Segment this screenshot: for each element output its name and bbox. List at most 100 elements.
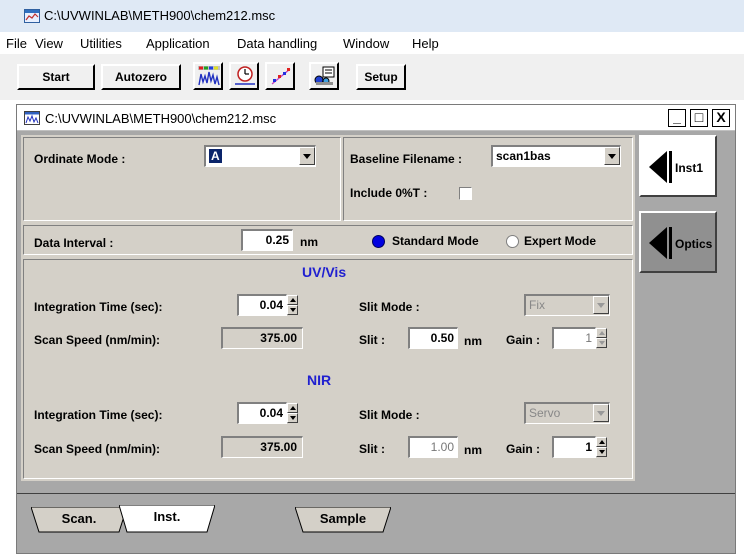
uvvis-scan-speed-value: 375.00: [221, 327, 303, 349]
uvvis-gain-label: Gain :: [506, 333, 541, 347]
minimize-button[interactable]: _: [668, 109, 686, 127]
baseline-group: Baseline Filename : scan1bas Include 0%T…: [343, 137, 633, 221]
nir-slit-mode-select[interactable]: Servo: [524, 402, 610, 424]
method-window: C:\UVWINLAB\METH900\chem212.msc _ □ X Or…: [16, 104, 736, 554]
uvvis-slit-unit: nm: [464, 334, 482, 348]
menu-application[interactable]: Application: [146, 36, 210, 51]
ordinate-mode-select[interactable]: A: [204, 145, 316, 167]
arrow-left-icon: [649, 151, 667, 183]
instrument-settings-panel: Ordinate Mode : A Baseline Filename : sc…: [21, 135, 635, 481]
menu-file[interactable]: File: [6, 36, 27, 51]
tab-scan[interactable]: Scan.: [31, 507, 127, 533]
baseline-filename-select[interactable]: scan1bas: [491, 145, 621, 167]
data-interval-input[interactable]: 0.25: [241, 229, 293, 251]
uvvis-heading: UV/Vis: [302, 264, 347, 280]
chevron-down-icon[interactable]: [299, 147, 315, 165]
tab-scan-label: Scan.: [61, 511, 97, 526]
nir-slit-input[interactable]: 1.00: [408, 436, 458, 458]
uvvis-integration-spinner[interactable]: [287, 295, 298, 315]
ordinate-group: Ordinate Mode : A: [23, 137, 341, 221]
wavelength-program-button[interactable]: [265, 62, 295, 90]
data-interval-unit: nm: [300, 235, 318, 249]
menu-bar: File View Utilities Application Data han…: [0, 32, 744, 54]
uvvis-gain-spinner[interactable]: [596, 328, 607, 348]
nir-heading: NIR: [307, 372, 332, 388]
app-titlebar: C:\UVWINLAB\METH900\chem212.msc: [0, 0, 744, 32]
standard-mode-label: Standard Mode: [392, 234, 479, 248]
method-window-title: C:\UVWINLAB\METH900\chem212.msc: [45, 111, 277, 126]
uvvis-scan-speed-label: Scan Speed (nm/min):: [34, 333, 161, 347]
sample-changer-button[interactable]: [309, 62, 339, 90]
nir-integration-label: Integration Time (sec):: [34, 408, 163, 422]
timedrive-icon: [235, 66, 255, 85]
tab-strip-line: [17, 493, 735, 494]
sample-changer-icon: [314, 66, 335, 85]
uvvis-slit-mode-select[interactable]: Fix: [524, 294, 610, 316]
inst1-button[interactable]: Inst1: [639, 135, 717, 197]
spectrum-icon: [198, 66, 220, 86]
wavelength-program-icon: [271, 68, 291, 85]
detector-settings-group: UV/Vis Integration Time (sec): 0.04 Slit…: [23, 259, 633, 479]
nir-gain-label: Gain :: [506, 442, 541, 456]
nir-slit-label: Slit :: [359, 442, 385, 456]
nir-slit-mode-label: Slit Mode :: [359, 408, 420, 422]
expert-mode-label: Expert Mode: [524, 234, 597, 248]
uvvis-slit-label: Slit :: [359, 333, 385, 347]
arrow-bar: [669, 227, 672, 259]
nir-slit-mode-value: Servo: [529, 406, 561, 420]
start-button[interactable]: Start: [17, 64, 95, 90]
uvvis-slit-mode-label: Slit Mode :: [359, 300, 420, 314]
expert-mode-radio[interactable]: [506, 235, 519, 248]
baseline-filename-label: Baseline Filename :: [350, 152, 463, 166]
menu-utilities[interactable]: Utilities: [80, 36, 122, 51]
chevron-down-icon[interactable]: [593, 404, 609, 422]
tab-sample[interactable]: Sample: [295, 507, 391, 533]
standard-mode-radio[interactable]: [372, 235, 385, 248]
timedrive-button[interactable]: [229, 62, 259, 90]
autozero-button[interactable]: Autozero: [101, 64, 181, 90]
app-title: C:\UVWINLAB\METH900\chem212.msc: [44, 8, 276, 23]
app-icon: [24, 9, 40, 23]
chevron-down-icon[interactable]: [604, 147, 620, 165]
maximize-button[interactable]: □: [690, 109, 708, 127]
nir-scan-speed-value: 375.00: [221, 436, 303, 458]
arrow-left-icon: [649, 227, 667, 259]
uvvis-slit-mode-value: Fix: [529, 298, 545, 312]
uvvis-integration-label: Integration Time (sec):: [34, 300, 163, 314]
tab-sample-label: Sample: [319, 511, 367, 526]
document-icon: [24, 111, 40, 125]
data-interval-group: Data Interval : 0.25 nm Standard Mode Ex…: [23, 225, 633, 255]
include-0t-checkbox[interactable]: [459, 187, 472, 200]
inst1-label: Inst1: [675, 161, 704, 175]
nir-slit-unit: nm: [464, 443, 482, 457]
nir-scan-speed-label: Scan Speed (nm/min):: [34, 442, 161, 456]
uvvis-gain-input[interactable]: 1: [552, 327, 596, 349]
ordinate-mode-label: Ordinate Mode :: [34, 152, 126, 166]
close-button[interactable]: X: [712, 109, 730, 127]
optics-label: Optics: [675, 237, 713, 251]
menu-help[interactable]: Help: [412, 36, 439, 51]
nir-gain-input[interactable]: 1: [552, 436, 596, 458]
nir-integration-spinner[interactable]: [287, 403, 298, 423]
uvvis-integration-input[interactable]: 0.04: [237, 294, 287, 316]
chevron-down-icon[interactable]: [593, 296, 609, 314]
nir-gain-spinner[interactable]: [596, 437, 607, 457]
tab-strip: Scan. Inst. Sample: [17, 487, 735, 553]
spectrum-button[interactable]: [193, 62, 223, 90]
baseline-filename-value: scan1bas: [496, 149, 551, 163]
optics-button[interactable]: Optics: [639, 211, 717, 273]
menu-view[interactable]: View: [35, 36, 63, 51]
tab-inst-label: Inst.: [153, 509, 181, 524]
setup-button[interactable]: Setup: [356, 64, 406, 90]
tab-inst[interactable]: Inst.: [119, 505, 215, 533]
arrow-bar: [669, 151, 672, 183]
ordinate-mode-value: A: [209, 149, 222, 163]
menu-data-handling[interactable]: Data handling: [237, 36, 317, 51]
include-0t-label: Include 0%T :: [350, 186, 428, 200]
menu-window[interactable]: Window: [343, 36, 389, 51]
toolbar: Start Autozero Setup: [0, 54, 744, 100]
data-interval-label: Data Interval :: [34, 236, 114, 250]
nir-integration-input[interactable]: 0.04: [237, 402, 287, 424]
uvvis-slit-input[interactable]: 0.50: [408, 327, 458, 349]
method-window-titlebar: C:\UVWINLAB\METH900\chem212.msc _ □ X: [17, 105, 735, 131]
